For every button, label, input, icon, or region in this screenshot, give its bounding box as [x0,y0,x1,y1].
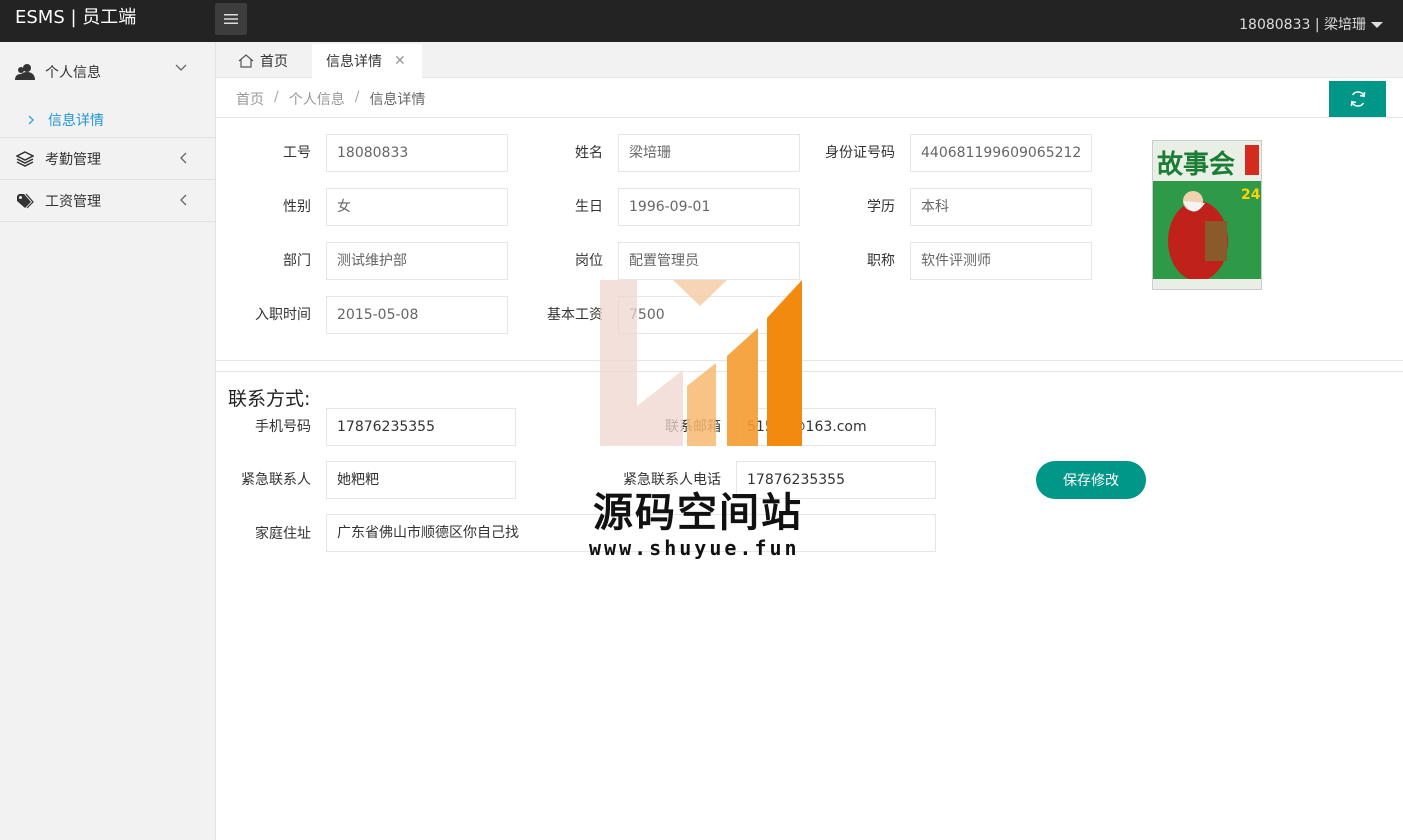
emergency-contact-label: 紧急联系人 [241,472,311,488]
id-card-label: 身份证号码 [825,145,895,161]
department-label: 部门 [283,253,311,269]
save-button[interactable]: 保存修改 [1036,461,1146,499]
magazine-cover-image: 故事会 24 [1153,141,1261,289]
sidebar-item-label: 考勤管理 [45,151,101,168]
birthday-label: 生日 [575,199,603,215]
layers-icon [15,149,35,169]
emp-no-label: 工号 [283,145,311,161]
tab-label: 信息详情 [326,54,382,70]
top-bar: ESMS | 员工端 18080833 | 梁培珊 [0,0,1403,42]
sidebar-item-label: 个人信息 [45,65,101,81]
breadcrumb-separator: / [274,89,279,105]
birthday-field[interactable]: 1996-09-01 [618,188,800,226]
phone-field[interactable]: 17876235355 [326,408,516,446]
phone-label: 手机号码 [255,419,311,435]
watermark-url: www.shuyue.fun [589,536,800,560]
position-field[interactable]: 配置管理员 [618,242,800,280]
sidebar-item-attendance[interactable]: 考勤管理 [0,138,215,180]
sidebar-subitem-label: 信息详情 [48,112,104,129]
education-field[interactable]: 本科 [910,188,1092,226]
title-field[interactable]: 软件评测师 [910,242,1092,280]
refresh-button[interactable] [1329,81,1386,117]
breadcrumb-separator: / [354,89,360,105]
sidebar-item-label: 工资管理 [45,193,101,210]
sidebar: 个人信息 信息详情 考勤管理 工资管理 [0,42,216,840]
tab-home[interactable]: 首页 [238,44,288,78]
position-label: 岗位 [575,253,603,269]
emergency-contact-field[interactable]: 她粑粑 [326,461,516,499]
refresh-icon [1350,91,1365,107]
employee-photo: 故事会 24 [1152,140,1262,290]
id-card-field[interactable]: 440681199609065212 [910,134,1092,172]
hire-date-label: 入职时间 [255,307,311,323]
sidebar-item-salary[interactable]: 工资管理 [0,180,215,222]
department-field[interactable]: 测试维护部 [326,242,508,280]
breadcrumb-item[interactable]: 首页 [236,89,264,109]
chevron-left-icon [180,194,187,206]
name-label: 姓名 [575,145,603,161]
users-icon [15,62,35,82]
sidebar-subitem-info-detail[interactable]: 信息详情 [0,102,215,138]
gender-field[interactable]: 女 [326,188,508,226]
tab-bar: 首页 信息详情 ✕ [216,42,1403,78]
breadcrumb-item: 信息详情 [369,92,426,108]
address-label: 家庭住址 [255,526,311,542]
title-label: 职称 [867,253,895,269]
user-name: 18080833 | 梁培珊 [1239,17,1366,33]
menu-icon [224,14,238,24]
breadcrumb-bar: 首页 / 个人信息 / 信息详情 [216,78,1403,118]
chevron-left-icon [180,152,187,164]
home-icon [238,54,254,68]
hire-date-field[interactable]: 2015-05-08 [326,296,508,334]
photo-issue: 24 [1241,187,1261,203]
user-menu[interactable]: 18080833 | 梁培珊 [1239,16,1383,34]
breadcrumb-item[interactable]: 个人信息 [289,89,345,109]
watermark-text: 源码空间站 [593,490,803,536]
caret-down-icon [1371,22,1383,28]
name-field[interactable]: 梁培珊 [618,134,800,172]
app-title: ESMS | 员工端 [15,7,137,28]
emp-no-field[interactable]: 18080833 [326,134,508,172]
tag-icon [15,191,35,211]
chevron-down-icon [175,64,187,71]
contact-section-title: 联系方式: [228,388,311,410]
tab-info-detail[interactable]: 信息详情 ✕ [312,44,422,78]
tab-label: 首页 [260,54,288,70]
base-salary-label: 基本工资 [547,307,603,323]
watermark-logo [600,280,802,446]
sidebar-item-personal-info[interactable]: 个人信息 [0,42,215,102]
close-icon[interactable]: ✕ [394,53,406,69]
education-label: 学历 [867,199,895,215]
gender-label: 性别 [283,199,311,215]
breadcrumb: 首页 / 个人信息 / 信息详情 [236,89,425,109]
photo-masthead: 故事会 [1157,150,1235,180]
chevron-right-icon [28,115,34,124]
menu-toggle-button[interactable] [215,3,247,35]
